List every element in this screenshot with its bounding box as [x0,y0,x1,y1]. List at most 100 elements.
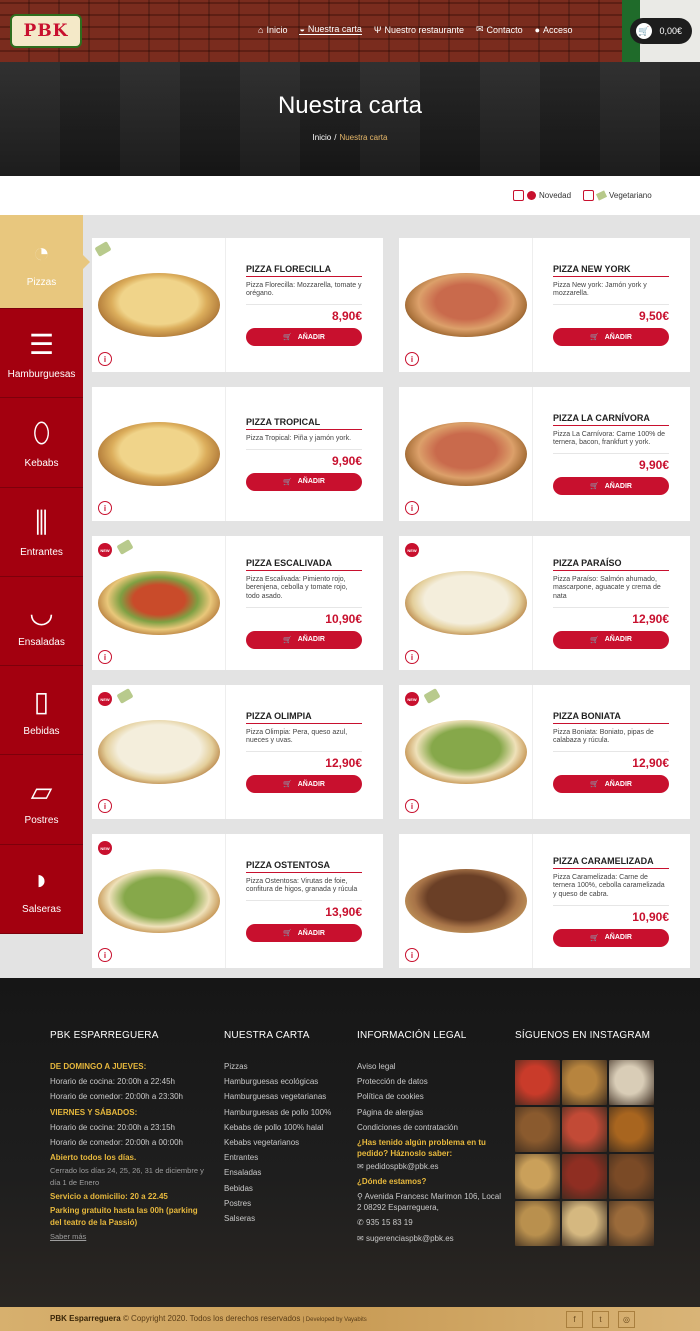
pbk-logo[interactable]: PBK [10,14,82,48]
suggest-email[interactable]: ✉ sugerenciaspbk@pbk.es [357,1231,507,1246]
pizza-image[interactable] [405,869,527,933]
vegetariano-checkbox[interactable] [583,190,594,201]
nav-nuestro-restaurante[interactable]: Ψ Nuestro restaurante [374,24,464,35]
instagram-photo[interactable] [515,1201,560,1246]
add-to-cart-button[interactable]: 🛒 AÑADIR [246,775,362,793]
instagram-photo[interactable] [609,1154,654,1199]
instagram-photo[interactable] [609,1060,654,1105]
add-to-cart-button[interactable]: 🛒 AÑADIR [246,924,362,942]
add-to-cart-button[interactable]: 🛒 AÑADIR [246,630,362,649]
product-card: i PIZZA CARAMELIZADA Pizza Caramelizada: C… [399,834,690,968]
product-image-area[interactable]: NEW i [92,685,226,819]
nav-acceso[interactable]: ● Acceso [535,24,573,35]
add-to-cart-button[interactable]: 🛒 AÑADIR [246,328,362,346]
pizza-image[interactable] [98,571,220,635]
category-postres[interactable]: ▱ Postres [0,755,83,845]
footer-menu-link[interactable]: Pizzas [224,1059,349,1074]
product-image-area[interactable]: NEW i [92,536,226,670]
pizza-image[interactable] [98,273,220,337]
facebook-icon[interactable]: f [566,1311,583,1328]
footer-menu-link[interactable]: Kebabs de pollo 100% halal [224,1120,349,1135]
category-pizzas[interactable]: ◔ Pizzas [0,215,90,309]
filter-novedad[interactable]: Novedad [513,190,571,201]
footer-legal-link[interactable]: Página de alergias [357,1105,507,1120]
nav-contacto[interactable]: ✉ Contacto [476,24,523,35]
footer-menu-link[interactable]: Bebidas [224,1181,349,1196]
pizza-image[interactable] [98,422,220,486]
instagram-photo[interactable] [562,1107,607,1152]
footer-menu-link[interactable]: Hamburguesas de pollo 100% [224,1105,349,1120]
category-salseras[interactable]: ◗ Salseras [0,844,83,935]
add-to-cart-button[interactable]: 🛒 AÑADIR [553,630,669,649]
cart-button[interactable]: 🛒 0,00€ [630,18,692,44]
info-icon[interactable]: i [405,799,419,813]
footer-menu-link[interactable]: Ensaladas [224,1165,349,1180]
add-to-cart-button[interactable]: 🛒 AÑADIR [553,928,669,947]
pizza-image[interactable] [405,720,527,784]
instagram-photo[interactable] [609,1107,654,1152]
info-icon[interactable]: i [405,650,419,664]
pizza-image[interactable] [405,273,527,337]
instagram-photo[interactable] [609,1201,654,1246]
phone[interactable]: ✆ 935 15 83 19 [357,1215,507,1230]
instagram-photo[interactable] [562,1154,607,1199]
info-icon[interactable]: i [405,352,419,366]
footer-menu-link[interactable]: Salseras [224,1211,349,1226]
novedad-checkbox[interactable] [513,190,524,201]
developer-credit[interactable]: | Developed by Vayabits [303,1317,367,1323]
footer-menu-link[interactable]: Entrantes [224,1150,349,1165]
product-image-area[interactable]: i [399,834,533,968]
problem-email[interactable]: ✉ pedidospbk@pbk.es [357,1159,507,1174]
footer-menu-link[interactable]: Hamburguesas vegetarianas [224,1089,349,1104]
instagram-photo[interactable] [515,1060,560,1105]
pizza-image[interactable] [98,720,220,784]
info-icon[interactable]: i [98,352,112,366]
instagram-photo[interactable] [562,1060,607,1105]
instagram-photo[interactable] [515,1107,560,1152]
pizza-image[interactable] [405,422,527,486]
cart-icon: 🛒 [283,930,292,937]
footer-menu-link[interactable]: Kebabs vegetarianos [224,1135,349,1150]
info-icon[interactable]: i [405,948,419,962]
info-icon[interactable]: i [98,799,112,813]
nav-inicio[interactable]: ⌂ Inicio [258,24,287,35]
footer-legal-link[interactable]: Política de cookies [357,1089,507,1104]
footer-menu-link[interactable]: Postres [224,1196,349,1211]
hours-line[interactable]: Saber más [50,1229,210,1244]
add-to-cart-button[interactable]: 🛒 AÑADIR [246,472,362,491]
copyright: PBK Esparreguera © Copyright 2020. Todos… [50,1314,367,1323]
footer-legal-link[interactable]: Condiciones de contratación [357,1120,507,1135]
category-kebabs[interactable]: ⬯ Kebabs [0,398,83,488]
category-entrantes[interactable]: ⫼ Entrantes [0,487,83,577]
category-hamburguesas[interactable]: ☰ Hamburguesas [0,309,83,399]
add-to-cart-button[interactable]: 🛒 AÑADIR [553,328,669,346]
info-icon[interactable]: i [98,948,112,962]
product-image-area[interactable]: NEW i [92,834,226,968]
product-image-area[interactable]: i [399,387,533,521]
instagram-photo[interactable] [562,1201,607,1246]
filter-vegetariano[interactable]: Vegetariano [583,190,652,201]
product-image-area[interactable]: i [92,238,226,372]
product-image-area[interactable]: i [92,387,226,521]
twitter-icon[interactable]: t [592,1311,609,1328]
add-to-cart-button[interactable]: 🛒 AÑADIR [553,477,669,495]
breadcrumb: Inicio / Nuestra carta [0,133,700,142]
instagram-photo[interactable] [515,1154,560,1199]
pizza-image[interactable] [405,571,527,635]
info-icon[interactable]: i [405,501,419,515]
product-image-area[interactable]: NEW i [399,685,533,819]
instagram-icon[interactable]: ◎ [618,1311,635,1328]
category-ensaladas[interactable]: ◡ Ensaladas [0,576,83,667]
breadcrumb-home[interactable]: Inicio [313,133,332,142]
footer-menu-link[interactable]: Hamburguesas ecológicas [224,1074,349,1089]
product-image-area[interactable]: NEW i [399,536,533,670]
nav-nuestra-carta[interactable]: ◒ Nuestra carta [299,24,362,35]
category-bebidas[interactable]: ▯ Bebidas [0,666,83,756]
footer-legal-link[interactable]: Protección de datos [357,1074,507,1089]
pizza-image[interactable] [98,869,220,933]
product-image-area[interactable]: i [399,238,533,372]
info-icon[interactable]: i [98,501,112,515]
info-icon[interactable]: i [98,650,112,664]
add-to-cart-button[interactable]: 🛒 AÑADIR [553,775,669,793]
footer-legal-link[interactable]: Aviso legal [357,1059,507,1074]
